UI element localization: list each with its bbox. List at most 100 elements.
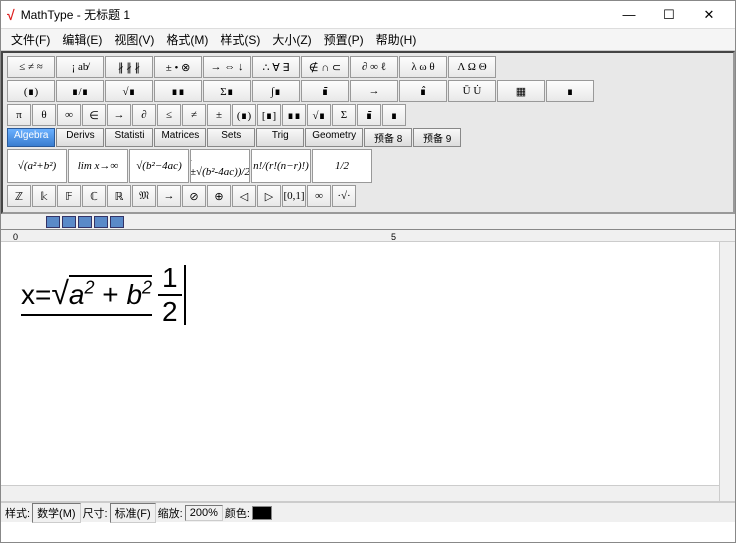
tpl-product[interactable]: ∎̂ <box>399 80 447 102</box>
q2-z[interactable]: ℤ <box>7 185 31 207</box>
q-le[interactable]: ≤ <box>157 104 181 126</box>
tpl-integral[interactable]: ∫∎ <box>252 80 300 102</box>
sym-settheory[interactable]: ∉ ∩ ⊂ <box>301 56 349 78</box>
scrollbar-horizontal[interactable] <box>1 485 719 501</box>
q-bar[interactable]: ∎̄ <box>357 104 381 126</box>
status-size-value[interactable]: 标准(F) <box>110 503 156 523</box>
equation[interactable]: x=√a2 + b2 1 2 <box>21 262 186 328</box>
sym-spaces[interactable]: ¡ ab̸ <box>56 56 104 78</box>
sym-greek-upper[interactable]: Λ Ω Θ <box>448 56 496 78</box>
tpl-quadratic[interactable]: (-b±√(b²-4ac))/2a <box>190 149 250 183</box>
sym-greek-lower[interactable]: λ ω θ <box>399 56 447 78</box>
maximize-button[interactable]: ☐ <box>649 3 689 27</box>
q-ne[interactable]: ≠ <box>182 104 206 126</box>
tab-statistics[interactable]: Statisti <box>105 128 153 147</box>
tab-derivs[interactable]: Derivs <box>56 128 104 147</box>
q-theta[interactable]: θ <box>32 104 56 126</box>
tab-geometry[interactable]: Geometry <box>305 128 363 147</box>
eq-b: b <box>126 279 142 310</box>
status-zoom-label: 缩放: <box>158 505 183 521</box>
q-slot[interactable]: ∎ <box>382 104 406 126</box>
q-pm[interactable]: ± <box>207 104 231 126</box>
tpl-subsup[interactable]: ∎∎ <box>154 80 202 102</box>
q2-arrow[interactable]: → <box>157 185 181 207</box>
tpl-sum[interactable]: Σ∎ <box>203 80 251 102</box>
q2-m[interactable]: 𝔐 <box>132 185 156 207</box>
q-pi[interactable]: π <box>7 104 31 126</box>
q-sigma[interactable]: Σ <box>332 104 356 126</box>
q2-oslash[interactable]: ⊘ <box>182 185 206 207</box>
status-style-value[interactable]: 数学(M) <box>32 503 81 523</box>
menu-help[interactable]: 帮助(H) <box>370 29 423 50</box>
sym-misc[interactable]: ∂ ∞ ℓ <box>350 56 398 78</box>
q2-tri-l[interactable]: ◁ <box>232 185 256 207</box>
tpl-arrow[interactable]: → <box>350 80 398 102</box>
tpl-half[interactable]: 1/2 <box>312 149 372 183</box>
q-sqrt[interactable]: √∎ <box>307 104 331 126</box>
q2-r[interactable]: ℝ <box>107 185 131 207</box>
statusbar: 样式: 数学(M) 尺寸: 标准(F) 缩放: 200% 颜色: <box>1 502 735 522</box>
tpl-pythag[interactable]: √(a²+b²) <box>7 149 67 183</box>
tab-matrices[interactable]: Matrices <box>154 128 206 147</box>
tab-trig[interactable]: Trig <box>256 128 304 147</box>
sym-arrows[interactable]: → ⇔ ↓ <box>203 56 251 78</box>
q-in[interactable]: ∈ <box>82 104 106 126</box>
q2-oplus[interactable]: ⊕ <box>207 185 231 207</box>
q2-f[interactable]: 𝔽 <box>57 185 81 207</box>
menu-style[interactable]: 样式(S) <box>214 29 266 50</box>
tpl-discrim[interactable]: √(b²−4ac) <box>129 149 189 183</box>
menu-size[interactable]: 大小(Z) <box>266 29 317 50</box>
sym-operators[interactable]: ± • ⊗ <box>154 56 202 78</box>
q2-sqrt[interactable]: ·√· <box>332 185 356 207</box>
q2-tri-r[interactable]: ▷ <box>257 185 281 207</box>
q2-k[interactable]: 𝕜 <box>32 185 56 207</box>
menu-file[interactable]: 文件(F) <box>5 29 56 50</box>
menu-format[interactable]: 格式(M) <box>160 29 214 50</box>
editor-canvas[interactable]: x=√a2 + b2 1 2 <box>1 242 735 502</box>
eq-a-exp: 2 <box>85 277 95 297</box>
tab-reserve-8[interactable]: 预备 8 <box>364 128 412 147</box>
align-tab-4[interactable] <box>94 216 108 228</box>
sym-embellish[interactable]: ∦ ∦ ∦ <box>105 56 153 78</box>
q-bracket[interactable]: [∎] <box>257 104 281 126</box>
menu-edit[interactable]: 编辑(E) <box>56 29 108 50</box>
tpl-box[interactable]: ∎ <box>546 80 594 102</box>
tpl-limit[interactable]: lim x→∞ <box>68 149 128 183</box>
menu-preferences[interactable]: 预置(P) <box>318 29 370 50</box>
eq-a: a <box>69 279 85 310</box>
tab-sets[interactable]: Sets <box>207 128 255 147</box>
q2-interval[interactable]: [0,1] <box>282 185 306 207</box>
q2-infty[interactable]: ∞ <box>307 185 331 207</box>
q-paren[interactable]: (∎) <box>232 104 256 126</box>
align-tab-3[interactable] <box>78 216 92 228</box>
tpl-overbar[interactable]: ∎̄ <box>301 80 349 102</box>
q2-c[interactable]: ℂ <box>82 185 106 207</box>
status-color-swatch[interactable] <box>252 506 272 520</box>
close-button[interactable]: ✕ <box>689 3 729 27</box>
tpl-hat[interactable]: Ū U̇ <box>448 80 496 102</box>
minimize-button[interactable]: — <box>609 3 649 27</box>
q-arrow[interactable]: → <box>107 104 131 126</box>
q-partial[interactable]: ∂ <box>132 104 156 126</box>
tpl-binom[interactable]: n!/(r!(n−r)!) <box>251 149 311 183</box>
q-sup[interactable]: ∎∎ <box>282 104 306 126</box>
tab-reserve-9[interactable]: 预备 9 <box>413 128 461 147</box>
align-tab-1[interactable] <box>46 216 60 228</box>
tpl-fraction[interactable]: ∎/∎ <box>56 80 104 102</box>
align-tab-5[interactable] <box>110 216 124 228</box>
tpl-matrix[interactable]: ▦ <box>497 80 545 102</box>
eq-frac-den: 2 <box>158 296 182 328</box>
q-infty[interactable]: ∞ <box>57 104 81 126</box>
status-zoom-value[interactable]: 200% <box>185 505 223 521</box>
sym-logic[interactable]: ∴ ∀ ∃ <box>252 56 300 78</box>
symbol-row-1: ≤ ≠ ≈ ¡ ab̸ ∦ ∦ ∦ ± • ⊗ → ⇔ ↓ ∴ ∀ ∃ ∉ ∩ … <box>7 56 729 78</box>
sym-relations[interactable]: ≤ ≠ ≈ <box>7 56 55 78</box>
align-tab-2[interactable] <box>62 216 76 228</box>
menu-view[interactable]: 视图(V) <box>108 29 160 50</box>
tab-algebra[interactable]: Algebra <box>7 128 55 147</box>
ruler-scale[interactable]: 0 5 <box>1 229 735 241</box>
tpl-fence[interactable]: (∎) <box>7 80 55 102</box>
titlebar: √ MathType - 无标题 1 — ☐ ✕ <box>1 1 735 29</box>
scrollbar-vertical[interactable] <box>719 242 735 501</box>
tpl-radical[interactable]: √∎ <box>105 80 153 102</box>
